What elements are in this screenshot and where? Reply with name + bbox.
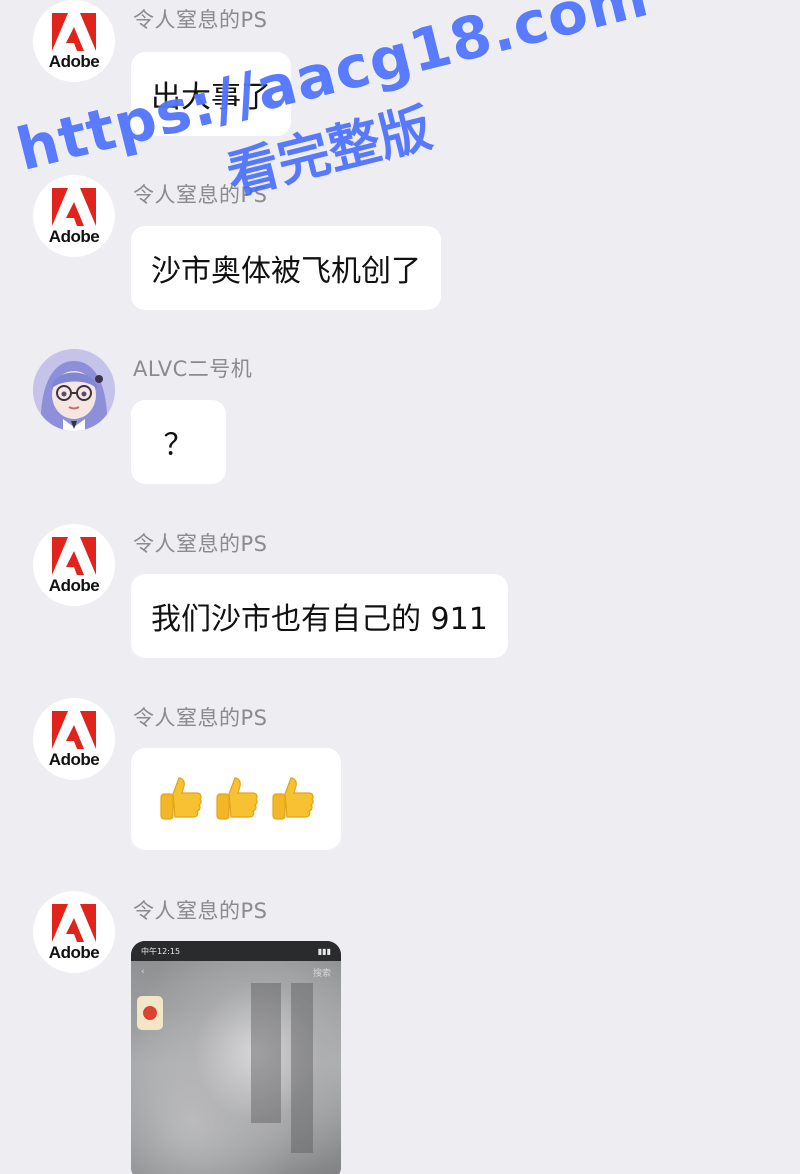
signal-icon: ▮▮▮	[317, 946, 331, 956]
live-badge	[137, 996, 163, 1030]
building-silhouette	[251, 983, 281, 1123]
message-bubble[interactable]: 沙市奥体被飞机创了	[131, 226, 441, 310]
anime-girl-icon	[33, 349, 115, 431]
status-time: 中午12:15	[141, 946, 181, 956]
adobe-logo-icon	[52, 536, 96, 575]
building-silhouette	[291, 983, 313, 1153]
badge-dot-icon	[143, 1006, 157, 1020]
avatar-label: Adobe	[48, 51, 100, 71]
sender-name: 令人窒息的PS	[133, 899, 268, 923]
adobe-logo-icon	[52, 187, 96, 226]
anime-avatar[interactable]	[33, 349, 115, 431]
sender-name: 令人窒息的PS	[133, 183, 268, 207]
phone-status-bar: 中午12:15 ▮▮▮	[131, 941, 341, 961]
avatar-label: Adobe	[48, 575, 100, 595]
adobe-avatar[interactable]: Adobe	[33, 891, 115, 973]
adobe-avatar[interactable]: Adobe	[33, 0, 115, 82]
watermark: https://aacg18.com 看完整版	[0, 0, 800, 260]
avatar-label: Adobe	[48, 942, 100, 962]
adobe-logo-icon	[52, 903, 96, 942]
sender-name: 令人窒息的PS	[133, 8, 268, 32]
image-attachment[interactable]: 中午12:15 ▮▮▮ ‹ 搜索	[131, 941, 341, 1174]
message-bubble[interactable]: 出大事了	[131, 52, 291, 136]
thumbs-group	[155, 774, 317, 824]
avatar-label: Adobe	[48, 226, 100, 246]
back-icon: ‹	[141, 967, 145, 977]
adobe-avatar[interactable]: Adobe	[33, 175, 115, 257]
adobe-avatar[interactable]: Adobe	[33, 698, 115, 780]
phone-nav-bar: ‹ 搜索	[131, 961, 341, 983]
adobe-logo-icon	[52, 710, 96, 749]
search-label: 搜索	[312, 968, 331, 979]
sender-name: ALVC二号机	[133, 357, 253, 381]
adobe-avatar[interactable]: Adobe	[33, 524, 115, 606]
thumbs-up-icon	[272, 777, 314, 820]
thumbs-up-icon	[216, 777, 258, 820]
avatar-label: Adobe	[48, 749, 100, 769]
sender-name: 令人窒息的PS	[133, 532, 268, 556]
emoji-bubble[interactable]	[131, 748, 341, 850]
message-bubble[interactable]: ？	[131, 400, 226, 484]
thumbs-up-icon	[160, 777, 202, 820]
adobe-logo-icon	[52, 12, 96, 51]
message-bubble[interactable]: 我们沙市也有自己的 911	[131, 574, 508, 658]
sender-name: 令人窒息的PS	[133, 706, 268, 730]
